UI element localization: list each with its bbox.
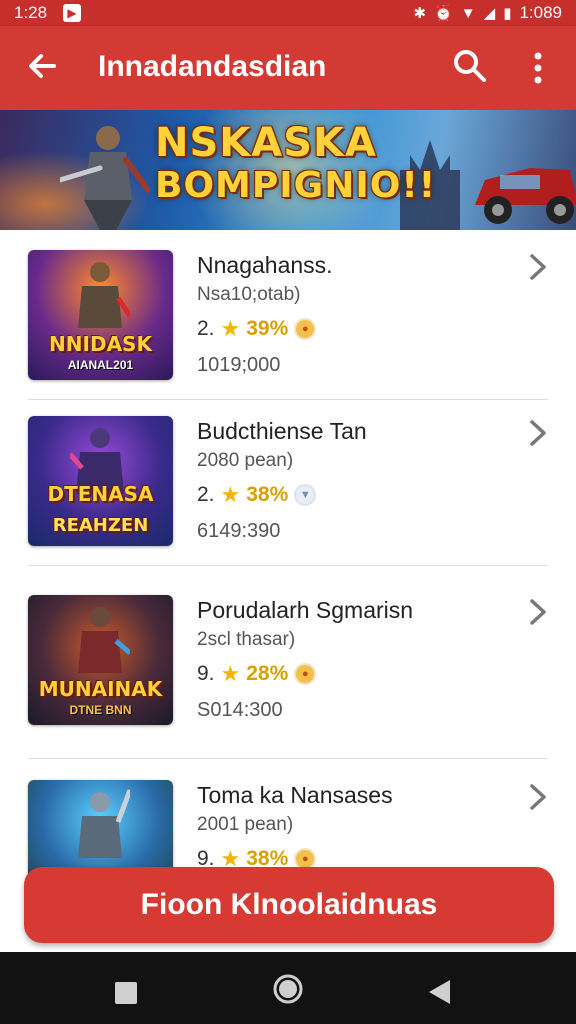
game-name: Toma ka Nansases [197,782,393,808]
game-thumbnail: NNIDASK AIANAL201 [28,250,173,380]
back-arrow-icon[interactable] [22,46,62,86]
game-subtitle: 2080 pean) [197,450,294,471]
bluetooth-icon: ✱ [413,5,427,22]
warrior-figure [78,607,130,673]
app-bar: Innadandasdian [0,26,576,110]
back-triangle-icon[interactable] [426,978,454,1006]
game-subtitle: Nsa10;otab) [197,284,301,305]
download-count: S014:300 [197,699,283,721]
game-subtitle: 2001 pean) [197,814,294,835]
chevron-right-icon[interactable] [526,418,550,448]
thumbnail-title: DTENASA [47,482,154,506]
medal-badge-icon: ● [294,663,317,685]
star-icon: ★ [220,316,241,341]
thumbnail-subtitle: DTNE BNN [69,703,132,717]
wifi-icon: ▼ [460,4,476,22]
home-circle-icon[interactable] [272,973,304,1005]
battery-icon: ▮ [503,5,512,22]
system-navigation-bar [0,952,576,1024]
download-count: 1019;000 [197,354,281,376]
primary-action-button[interactable]: Fioon Klnoolaidnuas [24,867,554,943]
thumbnail-subtitle: AIANAL201 [67,358,134,372]
status-time: 1:28 [14,3,48,22]
download-count: 6149:390 [197,520,281,542]
list-item[interactable]: DTENASA REAHZEN Budcthiense Tan 2080 pea… [0,396,576,566]
game-rating: 9. ★ 28% ● [197,661,317,687]
banner-subheadline: BOMPIGNIO!! [155,165,437,206]
rating-value: 9. [197,662,215,685]
banner-headline: NSKASKA [155,120,377,166]
divider [28,758,548,759]
rating-percent: 39% [246,317,289,340]
recents-square-icon[interactable] [113,980,139,1006]
signal-icon: ◢ [483,5,496,22]
chevron-right-icon[interactable] [526,782,550,812]
chevron-right-icon[interactable] [526,597,550,627]
alarm-icon: ⏰ [434,5,453,22]
status-icons: ✱ ⏰ ▼ ◢ ▮ 1:089 [414,3,562,23]
status-bar: 1:28 ▶ ✱ ⏰ ▼ ◢ ▮ 1:089 [0,0,576,26]
thumbnail-subtitle: REAHZEN [52,515,149,536]
search-icon[interactable] [452,48,488,84]
star-icon: ★ [220,482,241,507]
status-time-right: 1:089 [519,3,562,22]
list-item[interactable]: NNIDASK AIANAL201 Nnagahanss. Nsa10;otab… [0,230,576,400]
thumbnail-title: MUNAINAK [38,677,163,701]
game-rating: 2. ★ 38% ▼ [197,482,317,508]
warrior-figure [78,789,130,858]
game-name: Budcthiense Tan [197,418,367,444]
thumbnail-title: NNIDASK [49,332,152,356]
promo-banner[interactable]: NSKASKA BOMPIGNIO!! [0,110,576,230]
game-thumbnail: MUNAINAK DTNE BNN [28,595,173,725]
game-subtitle: 2scl thasar) [197,629,296,650]
game-name: Nnagahanss. [197,252,333,278]
star-icon: ★ [220,661,241,686]
game-rating: 2. ★ 39% ● [197,316,317,342]
list-item[interactable]: MUNAINAK DTNE BNN Porudalarh Sgmarisn 2s… [0,575,576,759]
knight-illustration [60,126,150,230]
more-options-icon[interactable] [524,48,552,88]
app-notification-icon: ▶ [63,4,81,22]
rating-value: 2. [197,317,215,340]
divider [28,565,548,566]
shield-badge-icon: ▼ [294,484,317,506]
game-name: Porudalarh Sgmarisn [197,597,414,623]
warrior-figure [78,262,130,328]
red-car-illustration [475,168,576,224]
chevron-right-icon[interactable] [526,252,550,282]
rating-percent: 38% [246,483,289,506]
rating-percent: 28% [246,662,289,685]
rating-value: 2. [197,483,215,506]
game-thumbnail: DTENASA REAHZEN [28,416,173,546]
page-title: Innadandasdian [98,50,327,83]
medal-badge-icon: ● [294,318,317,340]
